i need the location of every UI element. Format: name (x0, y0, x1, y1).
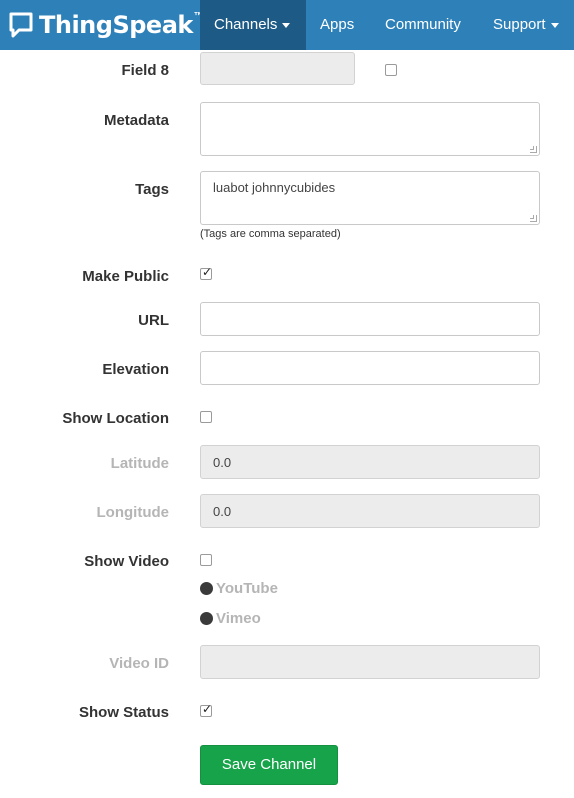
field8-checkbox[interactable] (385, 64, 397, 76)
longitude-input[interactable] (200, 494, 540, 528)
check-icon: ✓ (202, 702, 213, 716)
chat-bubble-icon (9, 12, 33, 38)
field8-label: Field 8 (121, 62, 169, 79)
radio-vimeo-label: Vimeo (216, 610, 261, 627)
metadata-textarea[interactable] (200, 102, 540, 156)
nav-apps-label: Apps (320, 16, 355, 33)
show-video-label: Show Video (84, 553, 169, 570)
radio-button-icon[interactable] (200, 612, 213, 625)
tags-textarea[interactable]: luabot johnnycubides (200, 171, 540, 225)
make-public-label: Make Public (82, 268, 169, 285)
resize-handle-icon[interactable] (530, 215, 537, 222)
radio-vimeo[interactable]: Vimeo (200, 610, 261, 627)
nav-community[interactable]: Community (371, 0, 475, 50)
latitude-input[interactable] (200, 445, 540, 479)
longitude-label: Longitude (96, 504, 169, 521)
nav-support-label: Support (493, 16, 546, 33)
chevron-down-icon (282, 22, 291, 28)
tags-help-text: (Tags are comma separated) (200, 228, 341, 240)
check-icon: ✓ (202, 265, 213, 279)
elevation-input[interactable] (200, 351, 540, 385)
video-id-input[interactable] (200, 645, 540, 679)
nav-apps[interactable]: Apps (306, 0, 368, 50)
field8-input[interactable] (200, 52, 355, 85)
metadata-label: Metadata (103, 112, 169, 129)
tags-label: Tags (135, 181, 169, 198)
make-public-checkbox[interactable]: ✓ (200, 265, 213, 280)
show-status-checkbox[interactable]: ✓ (200, 702, 213, 717)
show-video-checkbox[interactable] (200, 554, 212, 566)
radio-youtube-label: YouTube (216, 580, 278, 597)
latitude-label: Latitude (110, 455, 169, 472)
nav-support[interactable]: Support (479, 0, 573, 50)
top-navbar: ThingSpeak ™ Channels Apps Community Supp… (0, 0, 574, 50)
url-label: URL (138, 312, 169, 329)
radio-button-icon[interactable] (200, 582, 213, 595)
brand-logo[interactable]: ThingSpeak ™ (8, 10, 204, 40)
nav-channels-label: Channels (214, 16, 278, 33)
save-channel-button[interactable]: Save Channel (200, 745, 338, 785)
chevron-down-icon (550, 22, 559, 28)
nav-channels[interactable]: Channels (200, 0, 306, 50)
brand-name: ThingSpeak (39, 11, 193, 39)
show-status-label: Show Status (78, 704, 169, 721)
radio-youtube[interactable]: YouTube (200, 580, 278, 597)
tags-value: luabot johnnycubides (213, 180, 336, 195)
video-id-label: Video ID (109, 655, 169, 672)
show-location-label: Show Location (62, 410, 169, 427)
url-input[interactable] (200, 302, 540, 336)
resize-handle-icon[interactable] (530, 146, 537, 153)
show-location-checkbox[interactable] (200, 411, 212, 423)
nav-community-label: Community (385, 16, 461, 33)
elevation-label: Elevation (102, 361, 169, 378)
